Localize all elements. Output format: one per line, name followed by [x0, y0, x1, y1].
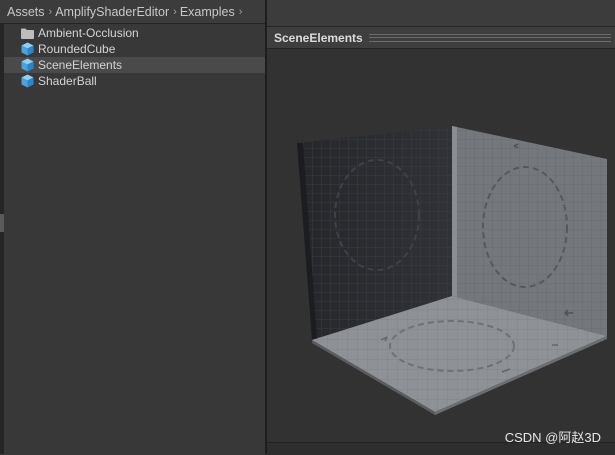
- list-item-scene-elements[interactable]: SceneElements: [4, 57, 265, 73]
- list-item-label: RoundedCube: [38, 42, 116, 56]
- breadcrumb-amplify-shader-editor[interactable]: AmplifyShaderEditor: [55, 5, 169, 19]
- asset-list: Ambient-Occlusion RoundedCube SceneEleme…: [4, 25, 265, 89]
- prefab-cube-icon: [20, 74, 34, 88]
- model-preview-viewport[interactable]: [267, 49, 615, 442]
- list-item-label: Ambient-Occlusion: [38, 26, 139, 40]
- preview-header[interactable]: SceneElements: [267, 27, 615, 49]
- breadcrumb: Assets › AmplifyShaderEditor › Examples …: [0, 0, 265, 24]
- list-item-ambient-occlusion[interactable]: Ambient-Occlusion: [4, 25, 265, 41]
- panel-left-edge: [0, 24, 4, 454]
- breadcrumb-assets[interactable]: Assets: [7, 5, 45, 19]
- prefab-cube-icon: [20, 58, 34, 72]
- drag-handle-lines[interactable]: [368, 33, 612, 42]
- scene-elements-preview: [297, 126, 607, 415]
- inspector-preview-panel: SceneElements: [267, 0, 615, 455]
- inspector-toolbar: [267, 0, 615, 27]
- chevron-right-icon: ›: [48, 5, 53, 18]
- list-item-rounded-cube[interactable]: RoundedCube: [4, 41, 265, 57]
- folder-icon: [20, 26, 34, 40]
- watermark: CSDN @阿赵3D: [504, 430, 601, 445]
- chevron-right-icon: ›: [238, 5, 243, 18]
- prefab-cube-icon: [20, 42, 34, 56]
- chevron-right-icon: ›: [173, 5, 177, 18]
- breadcrumb-examples[interactable]: Examples: [180, 5, 235, 19]
- list-item-label: SceneElements: [38, 58, 123, 72]
- list-item-label: ShaderBall: [38, 74, 97, 88]
- list-item-shader-ball[interactable]: ShaderBall: [4, 73, 265, 89]
- project-browser-panel: Assets › AmplifyShaderEditor › Examples …: [0, 0, 265, 454]
- resize-handle[interactable]: [0, 214, 4, 232]
- preview-title: SceneElements: [274, 30, 363, 45]
